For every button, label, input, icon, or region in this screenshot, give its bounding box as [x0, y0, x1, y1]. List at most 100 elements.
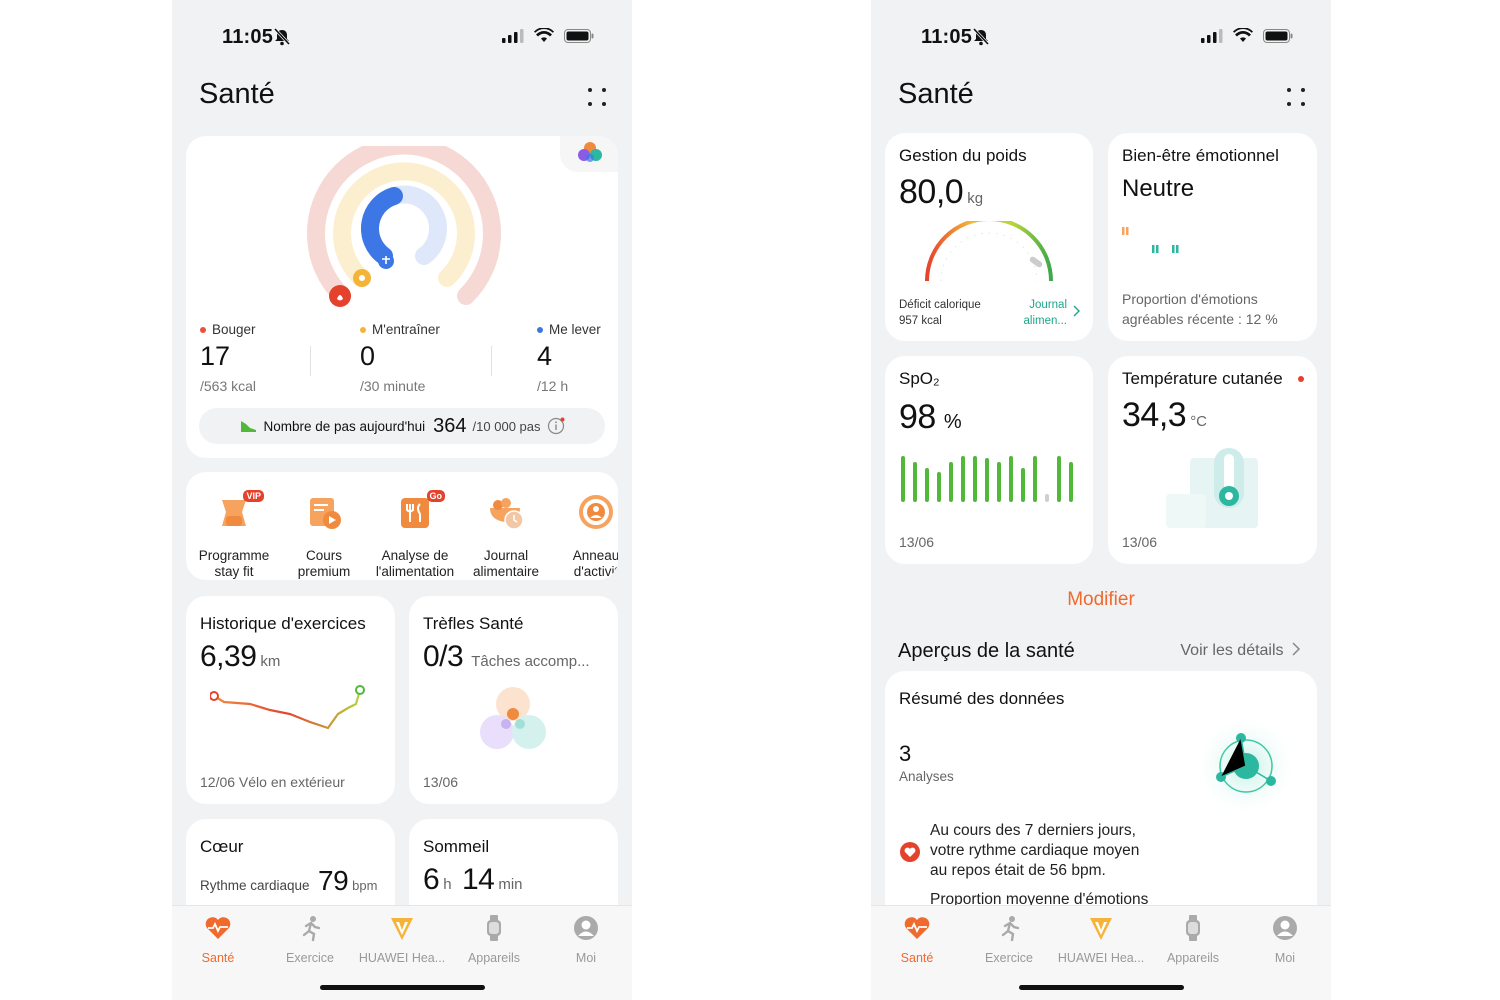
exercise-history-card[interactable]: Historique d'exercices 6,39 km 12/06 Vélo… — [186, 596, 395, 804]
spo2-bar — [1009, 456, 1013, 502]
status-time: 11:05 — [921, 26, 973, 48]
nav-huawei-health[interactable]: HUAWEI Hea... — [356, 914, 448, 965]
emotional-wellbeing-card[interactable]: Bien-être émotionnel Neutre Proportion d… — [1108, 133, 1317, 341]
nav-huawei-health[interactable]: HUAWEI Hea... — [1055, 914, 1147, 965]
spo2-bar — [901, 456, 905, 502]
chevron-right-icon — [1073, 305, 1080, 317]
tasks-value: 0/3 — [423, 640, 464, 673]
card-title: Sommeil — [423, 837, 490, 856]
spo2-bar — [973, 456, 977, 502]
shortcut-food-analysis[interactable]: Go Analyse de l'alimentation — [367, 490, 463, 580]
spo2-date: 13/06 — [899, 534, 935, 550]
weight-value: 80,0 — [899, 173, 964, 211]
signal-icon — [1201, 28, 1223, 43]
heart-rate-value: 79 — [318, 865, 349, 896]
theme-badge[interactable] — [560, 136, 618, 172]
steps-count: 364 — [433, 414, 467, 437]
shortcut-premium-courses[interactable]: Cours premium — [276, 490, 372, 580]
spo2-bar — [925, 468, 929, 502]
spo2-bar — [985, 458, 989, 502]
activity-ring-icon — [574, 490, 618, 534]
route-map — [210, 685, 365, 730]
video-course-icon — [302, 490, 346, 534]
spo2-bar — [913, 462, 917, 502]
weight-card[interactable]: Gestion du poids 80,0 kg Déficit caloriqu… — [885, 133, 1093, 341]
status-bar: 11:05 — [871, 24, 1331, 52]
runner-icon — [1001, 916, 1020, 942]
status-bar: 11:05 — [172, 24, 632, 52]
nav-devices[interactable]: Appareils — [448, 914, 540, 965]
shortcut-stay-fit[interactable]: VIP Programme stay fit — [186, 490, 282, 580]
clovers-date: 13/06 — [423, 774, 459, 790]
view-details-link[interactable]: Voir les détails — [1180, 642, 1301, 660]
stat-move[interactable]: Bouger 17 /563 kcal — [200, 322, 256, 394]
stat-exercise[interactable]: M'entraîner 0 /30 minute — [360, 322, 440, 394]
analyses-label: Analyses — [899, 769, 954, 784]
spo2-bar — [997, 462, 1001, 502]
huawei-health-v-icon — [1090, 918, 1112, 940]
nav-devices[interactable]: Appareils — [1147, 914, 1239, 965]
summary-line-1: Au cours des 7 derniers jours, — [930, 822, 1136, 839]
emotion-bars — [1122, 227, 1179, 253]
summary-line-3: au repos était de 56 bpm. — [930, 862, 1106, 879]
nav-me[interactable]: Moi — [1239, 914, 1331, 965]
spo2-value: 98 — [899, 398, 936, 436]
nav-me[interactable]: Moi — [540, 914, 632, 965]
home-indicator — [1019, 985, 1184, 990]
thermometer-icon — [1166, 448, 1258, 528]
shortcut-activity-ring[interactable]: Anneau d'activit — [548, 490, 618, 580]
card-title: Cœur — [200, 837, 244, 856]
activity-rings — [307, 146, 501, 307]
emotion-desc-1: Proportion d'émotions — [1122, 291, 1258, 307]
sleep-hours-unit: h — [443, 876, 452, 893]
shortcut-food-journal[interactable]: Journal alimentaire — [458, 490, 554, 580]
steps-pill[interactable]: Nombre de pas aujourd'hui 364/10 000 pas — [199, 408, 605, 444]
spo2-bar — [1057, 456, 1061, 502]
body-shape-icon: VIP — [212, 490, 264, 534]
battery-icon — [564, 28, 594, 43]
temperature-unit: °C — [1190, 413, 1208, 430]
phone-screen-right: 11:05 Santé Gestion du poids 80,0 kg Défi… — [871, 0, 1331, 1000]
distance-value: 6,39 — [200, 640, 257, 673]
page-title: Santé — [898, 78, 974, 110]
heart-icon — [900, 842, 920, 862]
exercise-dot — [360, 326, 366, 333]
exercise-footer: 12/06 Vélo en extérieur — [200, 774, 345, 790]
info-icon[interactable] — [547, 417, 565, 435]
clover-icon — [480, 687, 546, 749]
phone-screen-left: 11:05 Santé Bouger 17 /563 kcal M'entraî… — [172, 0, 632, 1000]
modify-button[interactable]: Modifier — [871, 589, 1331, 611]
spo2-card[interactable]: SpO₂ 98% 13/06 — [885, 356, 1093, 564]
edit-layout-icon[interactable] — [1287, 88, 1305, 106]
spo2-bar — [1033, 456, 1037, 502]
card-title: Trèfles Santé — [423, 614, 524, 633]
nav-exercise[interactable]: Exercice — [264, 914, 356, 965]
analyses-count: 3 — [899, 741, 912, 766]
weight-unit: kg — [967, 190, 984, 207]
nav-health[interactable]: Santé — [871, 914, 963, 965]
colored-dots-icon — [578, 142, 602, 162]
signal-icon — [502, 28, 524, 43]
app-header: Santé — [898, 78, 1305, 118]
battery-icon — [1263, 28, 1293, 43]
stat-stand[interactable]: Me lever 4 /12 h — [537, 322, 601, 394]
activity-rings-card[interactable]: Bouger 17 /563 kcal M'entraîner 0 /30 mi… — [186, 136, 618, 458]
nav-exercise[interactable]: Exercice — [963, 914, 1055, 965]
status-time: 11:05 — [222, 26, 274, 48]
temperature-value: 34,3 — [1122, 396, 1187, 434]
nav-health[interactable]: Santé — [172, 914, 264, 965]
sleep-minutes: 14 — [461, 863, 495, 896]
shoe-icon — [241, 421, 257, 432]
watch-icon — [487, 915, 501, 941]
spo2-bar — [1069, 462, 1073, 502]
food-analysis-icon: Go — [393, 490, 445, 534]
spo2-bar — [961, 456, 965, 502]
skin-temperature-card[interactable]: Température cutanée 34,3 °C 13/06 — [1108, 356, 1317, 564]
heart-rate-label: Rythme cardiaque — [200, 878, 310, 893]
health-clovers-card[interactable]: Trèfles Santé 0/3 Tâches accomp... 13/06 — [409, 596, 618, 804]
journal-link[interactable]: Journal alimen... — [1024, 297, 1067, 329]
edit-layout-icon[interactable] — [588, 88, 606, 106]
spo2-bar — [1045, 494, 1049, 502]
emotion-value: Neutre — [1122, 175, 1195, 202]
insights-title: Aperçus de la santé — [898, 640, 1075, 662]
